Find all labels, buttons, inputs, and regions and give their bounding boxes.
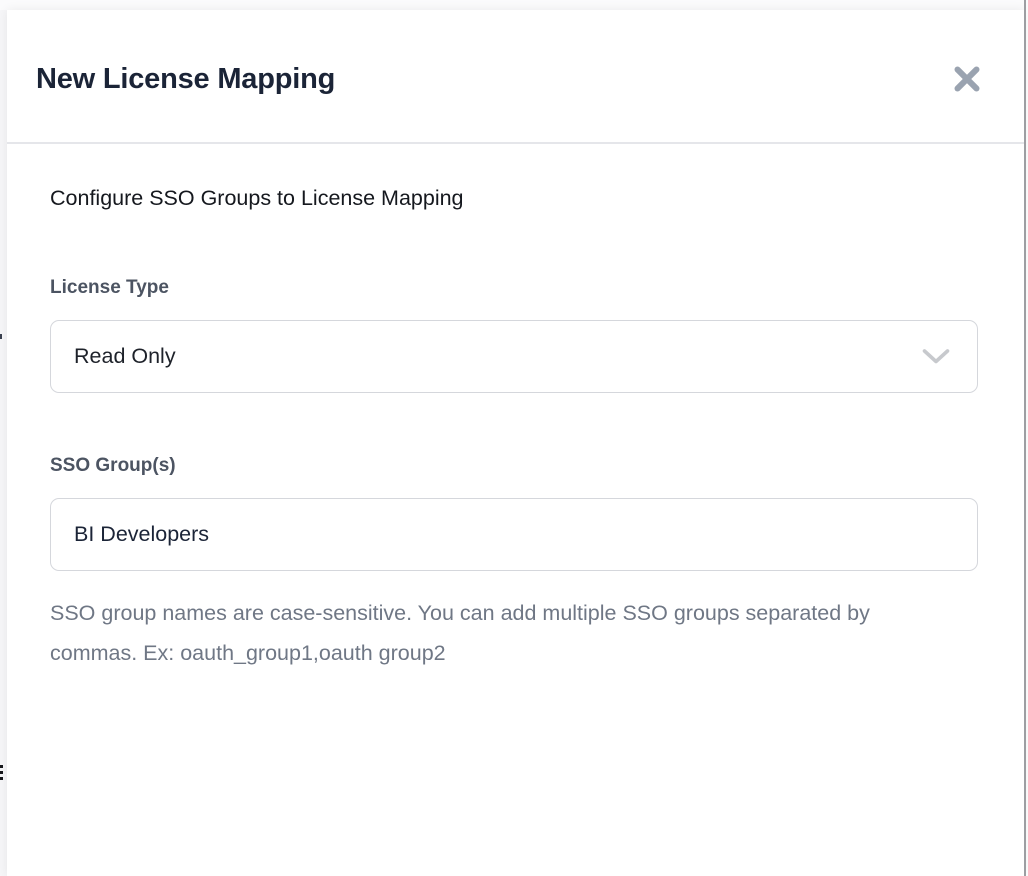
close-icon: [953, 65, 981, 93]
new-license-mapping-modal: New License Mapping Configure SSO Groups…: [7, 10, 1025, 876]
background-page-strip-left: [0, 0, 7, 876]
sso-groups-field-group: SSO Group(s) SSO group names are case-se…: [50, 455, 985, 673]
menu-bar-line: [0, 771, 3, 774]
menu-bar-line: [0, 777, 3, 780]
license-type-select[interactable]: Read Only: [50, 320, 978, 393]
close-button[interactable]: [949, 61, 985, 97]
license-type-label: License Type: [50, 277, 985, 299]
modal-title: New License Mapping: [36, 63, 335, 96]
menu-bar-line: [0, 765, 3, 768]
modal-header: New License Mapping: [7, 10, 1025, 144]
background-page-strip-top: [0, 0, 1028, 10]
background-text-fragment: [0, 334, 2, 339]
sso-groups-input[interactable]: [50, 498, 978, 571]
license-type-selected-value: Read Only: [74, 344, 176, 369]
sso-groups-label: SSO Group(s): [50, 455, 985, 477]
modal-body: Configure SSO Groups to License Mapping …: [7, 186, 1025, 673]
chevron-down-icon: [921, 347, 951, 366]
license-type-field-group: License Type Read Only: [50, 277, 985, 393]
window-right-border: [1024, 0, 1026, 876]
background-menu-icon: [0, 765, 3, 783]
modal-subheading: Configure SSO Groups to License Mapping: [50, 186, 985, 211]
sso-groups-help-text: SSO group names are case-sensitive. You …: [50, 593, 920, 673]
